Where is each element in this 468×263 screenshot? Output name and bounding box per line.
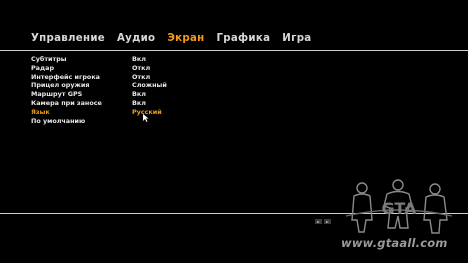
- setting-value: Сложный: [132, 81, 167, 90]
- tab-graphics[interactable]: Графика: [216, 33, 270, 44]
- tab-controls[interactable]: Управление: [31, 33, 105, 44]
- setting-label: Субтитры: [31, 55, 67, 63]
- setting-value: Откл: [132, 72, 151, 81]
- menu-tabs: Управление Аудио Экран Графика Игра: [31, 33, 323, 44]
- setting-gps-route[interactable]: Маршрут GPS Вкл: [31, 90, 181, 99]
- display-settings-list: Субтитры Вкл Радар Откл Интерфейс игрока…: [31, 55, 181, 125]
- tab-audio[interactable]: Аудио: [117, 33, 155, 44]
- setting-language[interactable]: Язык Русский: [31, 108, 181, 117]
- setting-restore-defaults[interactable]: По умолчанию: [31, 117, 181, 126]
- setting-label: Прицел оружия: [31, 81, 90, 90]
- setting-crosshair[interactable]: Прицел оружия Сложный: [31, 81, 181, 90]
- header-divider: [0, 50, 468, 51]
- setting-value: Вкл: [132, 90, 146, 99]
- footer-controls: [315, 219, 333, 224]
- watermark-text: www.gtaall.com: [341, 236, 448, 250]
- next-icon[interactable]: [324, 219, 331, 224]
- setting-label: Интерфейс игрока: [31, 72, 100, 81]
- setting-radar[interactable]: Радар Откл: [31, 64, 181, 73]
- setting-label: По умолчанию: [31, 116, 86, 125]
- setting-drift-camera[interactable]: Камера при заносе Вкл: [31, 99, 181, 108]
- setting-label: Маршрут GPS: [31, 90, 83, 99]
- setting-hud[interactable]: Интерфейс игрока Откл: [31, 73, 181, 82]
- setting-label: Камера при заносе: [31, 98, 102, 107]
- prev-icon[interactable]: [315, 219, 322, 224]
- setting-value: Откл: [132, 63, 151, 72]
- tab-display[interactable]: Экран: [167, 33, 204, 44]
- setting-label: Язык: [31, 107, 50, 116]
- setting-value: Вкл: [132, 98, 146, 107]
- cursor-arrow-icon: [143, 114, 149, 122]
- setting-label: Радар: [31, 63, 55, 72]
- tab-game[interactable]: Игра: [282, 33, 311, 44]
- svg-text:GTA: GTA: [382, 199, 418, 218]
- setting-value: Вкл: [132, 55, 146, 63]
- gta-characters-logo: GTA: [345, 179, 453, 234]
- setting-subtitles[interactable]: Субтитры Вкл: [31, 55, 181, 64]
